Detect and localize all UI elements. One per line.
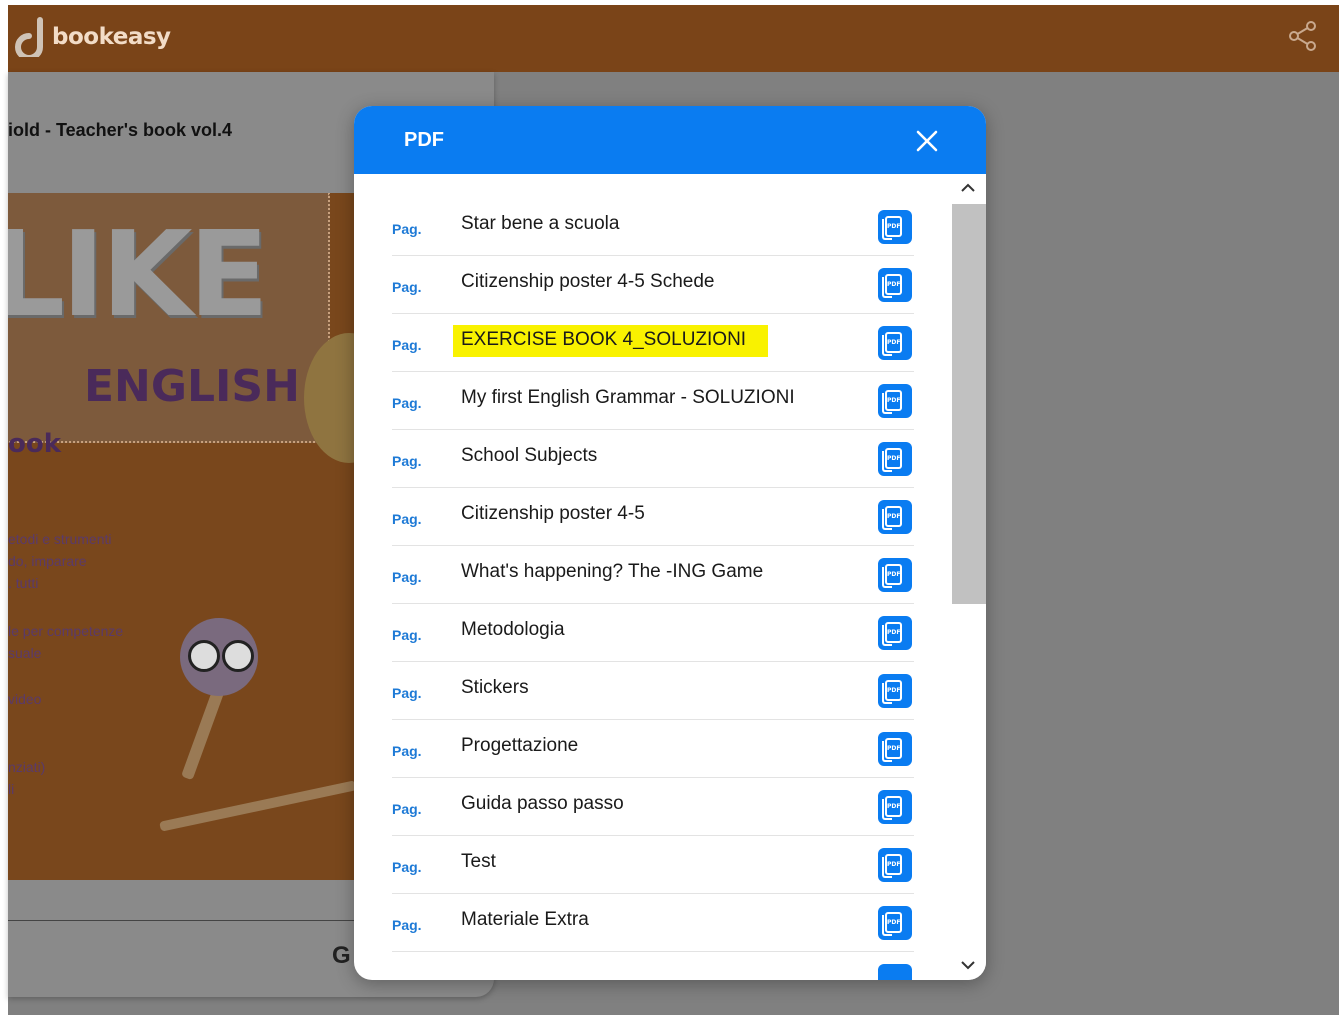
pdf-icon-text: PDF xyxy=(887,281,901,288)
cover-text-line: suale xyxy=(8,645,42,661)
modal-header: PDF xyxy=(354,106,986,174)
list-item[interactable]: Pag. Citizenship poster 4-5 Schede PDF xyxy=(392,256,914,314)
page-prefix[interactable]: Pag. xyxy=(392,859,422,875)
scroll-up-icon[interactable] xyxy=(952,174,986,204)
owl-eye-icon xyxy=(188,640,220,672)
close-icon[interactable] xyxy=(912,126,942,156)
bookeasy-logo[interactable]: bookeasy xyxy=(14,17,171,57)
item-label[interactable]: Test xyxy=(461,851,496,873)
pdf-icon[interactable]: PDF xyxy=(878,790,912,824)
cover-text-line: li xyxy=(8,781,15,797)
bottom-logo-letter: G xyxy=(332,942,351,969)
list-item[interactable]: Pag. School Subjects PDF xyxy=(392,430,914,488)
list-item[interactable]: Pag. Progettazione PDF xyxy=(392,720,914,778)
swing-base xyxy=(159,780,357,832)
cover-text-line: etodi e strumenti xyxy=(8,531,112,547)
page-prefix[interactable]: Pag. xyxy=(392,801,422,817)
owl-eye-icon xyxy=(222,640,254,672)
page-prefix[interactable]: Pag. xyxy=(392,395,422,411)
item-label[interactable]: Star bene a scuola xyxy=(461,213,619,235)
cover-text-line: nziati) xyxy=(8,759,46,775)
list-item[interactable]: Pag. Guida passo passo PDF xyxy=(392,778,914,836)
page-prefix[interactable]: Pag. xyxy=(392,453,422,469)
item-label[interactable]: What's happening? The -ING Game xyxy=(461,561,763,583)
list-item[interactable]: Pag. Metodologia PDF xyxy=(392,604,914,662)
cover-text-line: . tutti xyxy=(8,575,39,591)
item-label[interactable]: Citizenship poster 4-5 xyxy=(461,503,645,525)
pdf-icon-text: PDF xyxy=(887,223,901,230)
item-label[interactable]: Citizenship poster 4-5 Schede xyxy=(461,271,714,293)
scrollbar-thumb[interactable] xyxy=(952,204,986,604)
page-prefix[interactable]: Pag. xyxy=(392,279,422,295)
pdf-icon[interactable]: PDF xyxy=(878,326,912,360)
pdf-icon[interactable]: PDF xyxy=(878,384,912,418)
page-prefix[interactable]: Pag. xyxy=(392,337,422,353)
logo-text: bookeasy xyxy=(52,24,171,50)
list-item[interactable]: Pag. Star bene a scuola PDF xyxy=(392,198,914,256)
pdf-icon-text: PDF xyxy=(887,397,901,404)
pdf-icon-text: PDF xyxy=(887,803,901,810)
cover-text-line: le per competenze xyxy=(8,623,124,639)
pdf-icon-text: PDF xyxy=(887,629,901,636)
item-label[interactable]: Stickers xyxy=(461,677,529,699)
page-prefix[interactable]: Pag. xyxy=(392,221,422,237)
page-prefix[interactable]: Pag. xyxy=(392,511,422,527)
top-bar: bookeasy xyxy=(8,5,1339,72)
item-label[interactable]: Progettazione xyxy=(461,735,578,757)
pdf-icon-text: PDF xyxy=(887,745,901,752)
list-item[interactable]: Pag. Stickers PDF xyxy=(392,662,914,720)
pdf-icon[interactable]: PDF xyxy=(878,674,912,708)
page-prefix[interactable]: Pag. xyxy=(392,917,422,933)
scroll-down-icon[interactable] xyxy=(952,950,986,980)
scrollbar[interactable] xyxy=(952,174,986,980)
owl-mascot-icon xyxy=(180,618,258,696)
share-icon[interactable] xyxy=(1289,21,1317,51)
list-item[interactable]: Pag. EXERCISE BOOK 4_SOLUZIONI PDF xyxy=(392,314,914,372)
pdf-icon[interactable]: PDF xyxy=(878,500,912,534)
modal-title: PDF xyxy=(404,129,444,151)
item-label[interactable]: Metodologia xyxy=(461,619,565,641)
pdf-modal: PDF Pag. Star bene a scuola PDF Pag. Citizen… xyxy=(354,106,986,980)
item-label[interactable]: School Subjects xyxy=(461,445,597,467)
pdf-icon[interactable]: PDF xyxy=(878,442,912,476)
pdf-icon[interactable]: PDF xyxy=(878,848,912,882)
list-item[interactable]: Pag. Test PDF xyxy=(392,836,914,894)
cover-like-text: LIKE xyxy=(8,205,269,343)
pdf-icon[interactable]: PDF xyxy=(878,732,912,766)
item-label[interactable]: My first English Grammar - SOLUZIONI xyxy=(461,387,795,409)
item-label[interactable]: Materiale Extra xyxy=(461,909,589,931)
pdf-icon-text: PDF xyxy=(887,339,901,346)
pdf-icon[interactable]: PDF xyxy=(878,210,912,244)
list-item[interactable]: Pag. My first English Grammar - SOLUZIONI… xyxy=(392,372,914,430)
page-prefix[interactable]: Pag. xyxy=(392,627,422,643)
page-prefix[interactable]: Pag. xyxy=(392,569,422,585)
page-prefix[interactable]: Pag. xyxy=(392,685,422,701)
item-label[interactable]: EXERCISE BOOK 4_SOLUZIONI xyxy=(453,325,769,357)
pdf-icon[interactable] xyxy=(878,964,912,980)
cover-text-line: do, imparare xyxy=(8,553,87,569)
pdf-icon-text: PDF xyxy=(887,687,901,694)
pdf-icon-text: PDF xyxy=(887,455,901,462)
pdf-list: Pag. Star bene a scuola PDF Pag. Citizenship… xyxy=(354,174,952,980)
book-title: iold - Teacher's book vol.4 xyxy=(8,120,232,140)
pdf-icon[interactable]: PDF xyxy=(878,906,912,940)
pdf-icon-text: PDF xyxy=(887,861,901,868)
list-item[interactable]: Pag. Citizenship poster 4-5 PDF xyxy=(392,488,914,546)
pdf-icon-text: PDF xyxy=(887,571,901,578)
pdf-icon[interactable]: PDF xyxy=(878,558,912,592)
cover-book-text: ook xyxy=(8,429,62,459)
page-prefix[interactable]: Pag. xyxy=(392,743,422,759)
cover-english-text: ENGLISH xyxy=(84,361,300,412)
pdf-icon[interactable]: PDF xyxy=(878,616,912,650)
list-item-partial[interactable] xyxy=(392,952,914,980)
list-item[interactable]: Pag. Materiale Extra PDF xyxy=(392,894,914,952)
pdf-icon[interactable]: PDF xyxy=(878,268,912,302)
cover-text-line: video xyxy=(8,691,42,707)
pdf-icon-text: PDF xyxy=(887,919,901,926)
pdf-icon-text: PDF xyxy=(887,513,901,520)
item-label[interactable]: Guida passo passo xyxy=(461,793,624,815)
list-item[interactable]: Pag. What's happening? The -ING Game PDF xyxy=(392,546,914,604)
logo-icon xyxy=(15,17,43,57)
